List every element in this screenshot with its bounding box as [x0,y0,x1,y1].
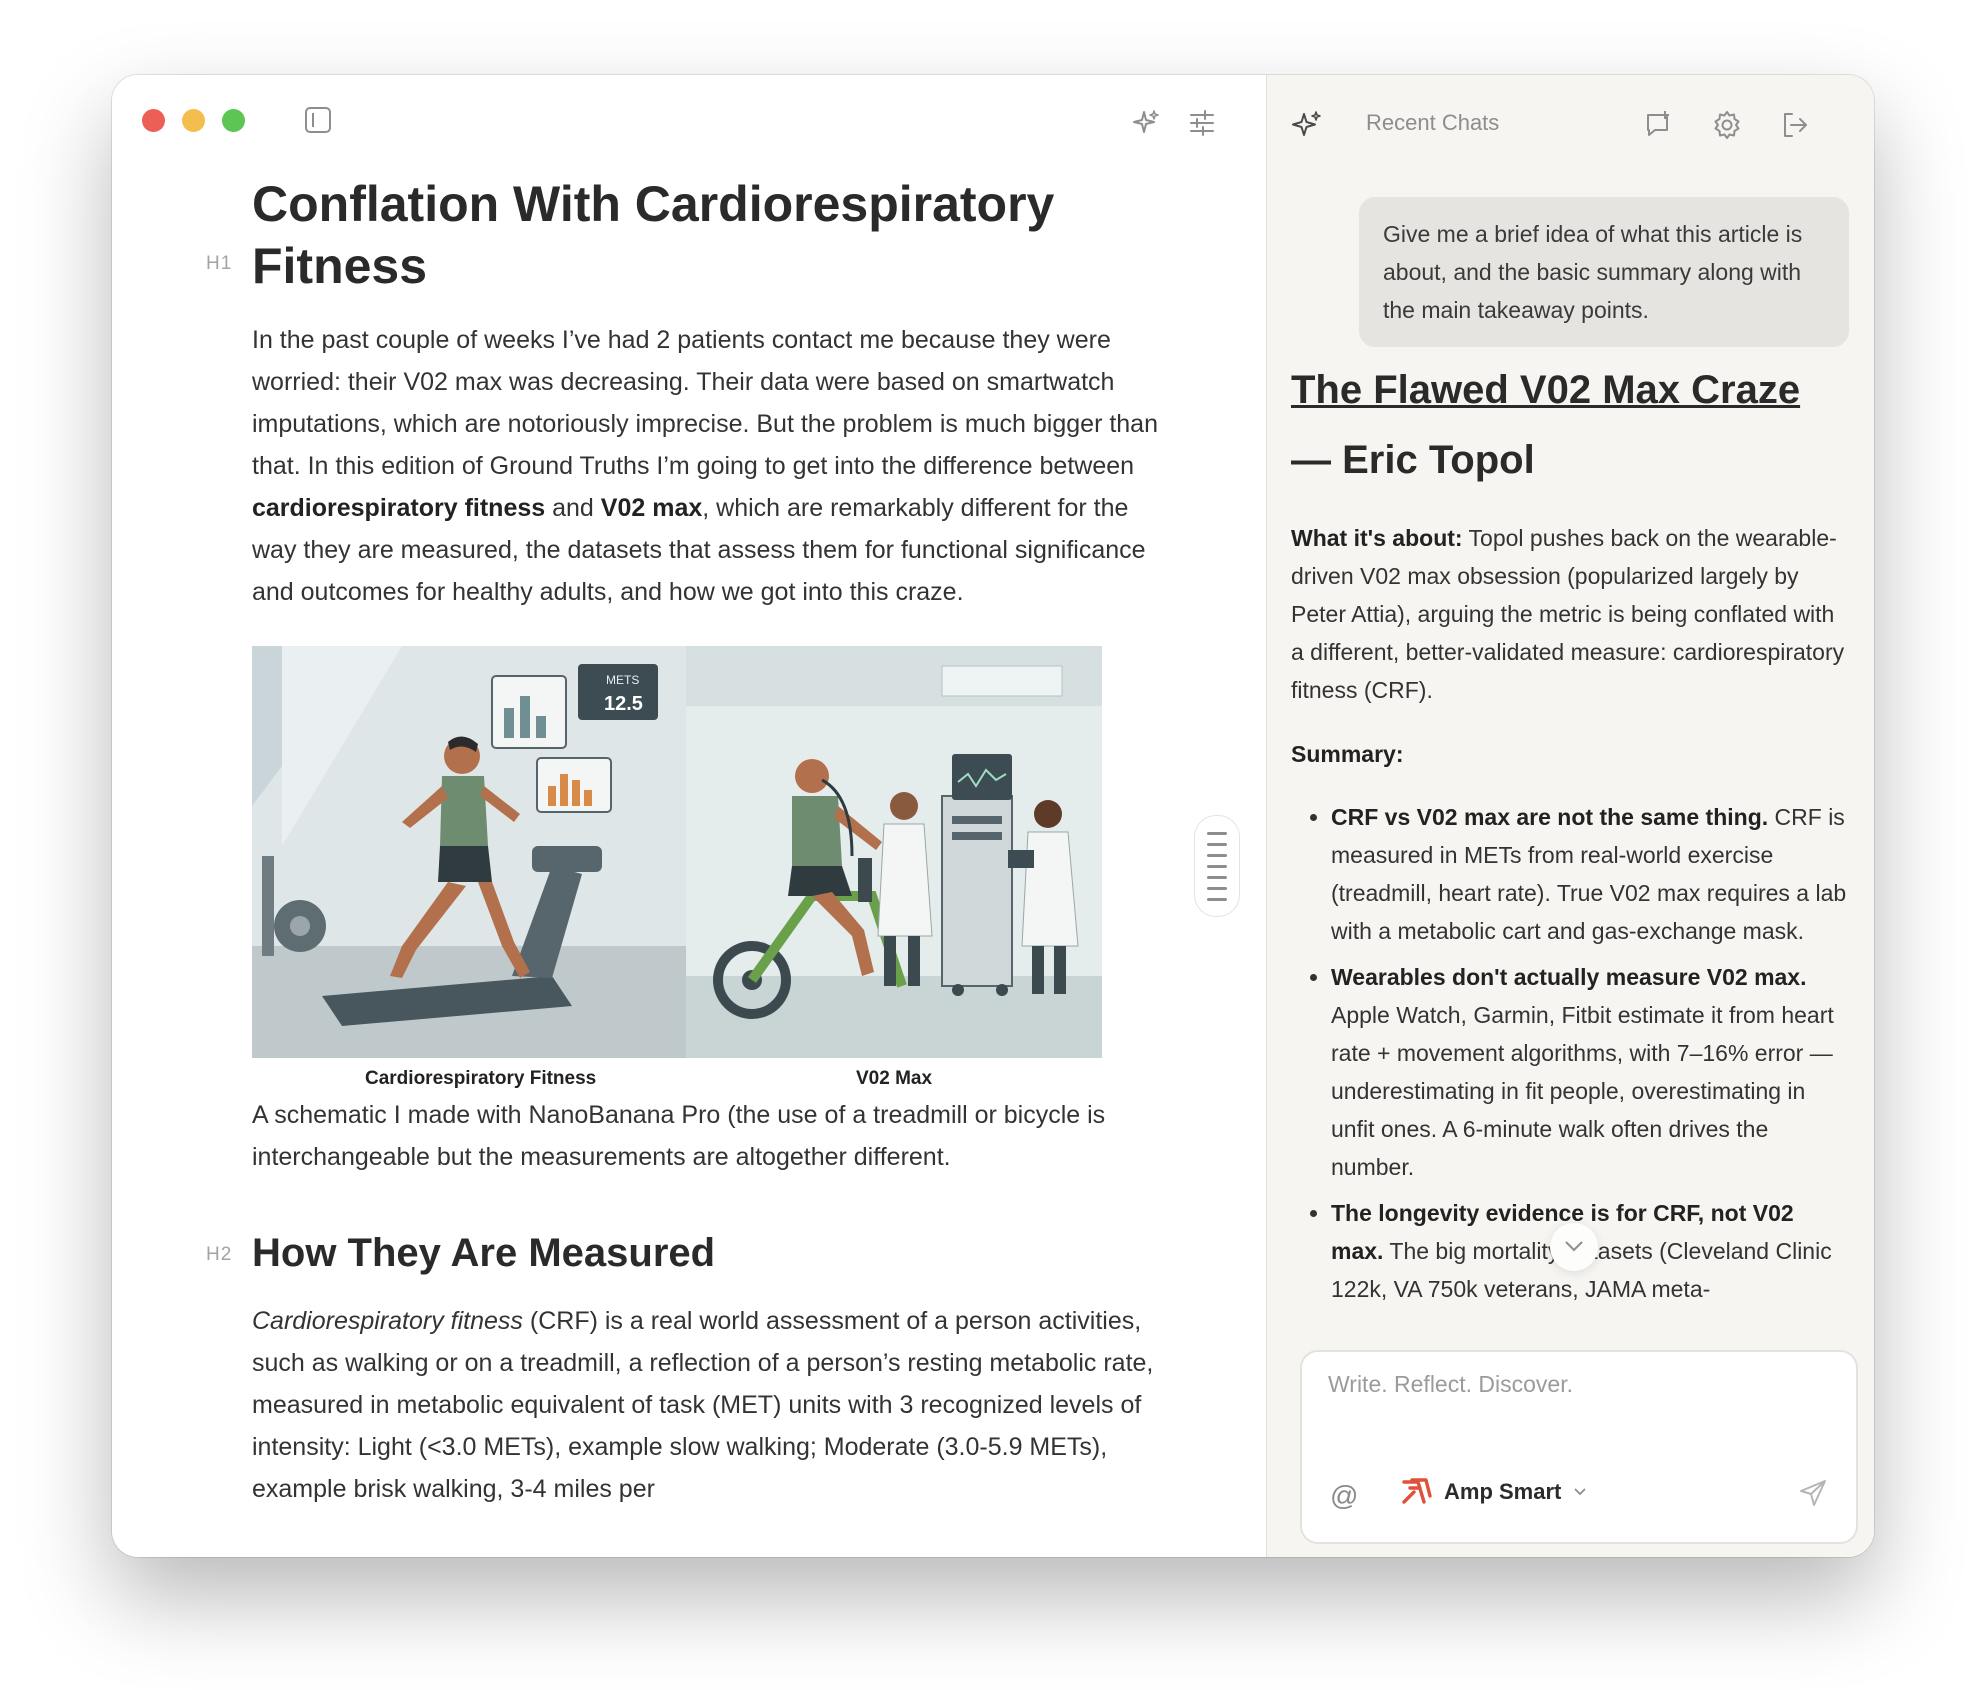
chat-input[interactable] [1326,1370,1830,1399]
mets-label: METS [606,673,639,687]
bullet-heading: CRF vs V02 max are not the same thing. [1331,804,1769,830]
response-about: What it's about: Topol pushes back on th… [1291,519,1851,709]
chevron-down-icon [1574,1488,1586,1496]
send-button[interactable] [1798,1478,1828,1508]
intro-text-2: and [545,494,601,522]
amp-logo-icon [1402,1478,1432,1504]
model-selector[interactable]: Amp Smart [1400,1478,1587,1506]
intro-bold-1: cardiorespiratory fitness [252,494,546,522]
pane-resize-handle[interactable] [1194,815,1240,917]
heading-2-block: H2 How They Are Measured [206,1228,1172,1278]
model-name: Amp Smart [1444,1479,1562,1504]
mets-value: 12.5 [604,693,643,715]
sliders-icon[interactable] [1188,109,1216,137]
gear-icon[interactable] [1711,109,1743,141]
assistant-response: The Flawed V02 Max Craze — Eric Topol Wh… [1291,355,1851,1315]
measured-paragraph[interactable]: Cardiorespiratory fitness (CRF) is a rea… [252,1300,1172,1510]
scroll-to-bottom-button[interactable] [1550,1223,1598,1271]
recent-chats-title[interactable]: Recent Chats [1366,110,1499,136]
sidebar-toggle-icon[interactable] [305,107,331,133]
window-controls [142,109,245,132]
close-window-button[interactable] [142,109,165,132]
chat-pane: Recent Chats Give me a brief idea of wha… [1266,75,1874,1557]
exit-panel-icon[interactable] [1779,109,1811,141]
sparkle-icon[interactable] [1132,109,1160,137]
about-label: What it's about: [1291,525,1463,551]
figure-caption-right: V02 Max [856,1068,933,1089]
editor-pane: H1 Conflation With Cardiorespiratory Fit… [112,75,1266,1557]
minimize-window-button[interactable] [182,109,205,132]
zoom-window-button[interactable] [222,109,245,132]
figure-description[interactable]: A schematic I made with NanoBanana Pro (… [252,1094,1172,1178]
intro-paragraph[interactable]: In the past couple of weeks I’ve had 2 p… [252,319,1172,613]
bullet-heading: Wearables don't actually measure V02 max… [1331,964,1807,990]
about-text: Topol pushes back on the wearable-driven… [1291,525,1845,703]
app-window: H1 Conflation With Cardiorespiratory Fit… [112,75,1874,1557]
mention-icon[interactable]: @ [1330,1480,1358,1512]
measured-term: Cardiorespiratory fitness [252,1307,523,1335]
new-chat-icon[interactable] [1643,109,1675,141]
user-message[interactable]: Give me a brief idea of what this articl… [1359,197,1849,347]
ai-sparkle-icon[interactable] [1291,109,1323,141]
response-title-author: — Eric Topol [1291,438,1535,482]
intro-text-1: In the past couple of weeks I’ve had 2 p… [252,326,1158,480]
measured-text: (CRF) is a real world assessment of a pe… [252,1307,1154,1503]
heading-level-label: H1 [206,253,233,274]
article-content: H1 Conflation With Cardiorespiratory Fit… [206,173,1172,1510]
intro-bold-2: V02 max [600,494,703,522]
heading-level-label: H2 [206,1244,233,1265]
summary-bullet: Wearables don't actually measure V02 max… [1331,958,1851,1186]
response-title: The Flawed V02 Max Craze — Eric Topol [1291,355,1851,495]
heading-1-block: H1 Conflation With Cardiorespiratory Fit… [206,173,1172,297]
article-heading-1[interactable]: Conflation With Cardiorespiratory Fitnes… [252,173,1172,297]
chat-composer: @ Amp Smart [1300,1350,1858,1544]
summary-bullet: CRF vs V02 max are not the same thing. C… [1331,798,1851,950]
article-figure[interactable]: METS 12.5 Cardiorespiratory Fitness V02 … [252,646,1102,1094]
figure-illustration: METS 12.5 [252,646,1102,1058]
article-link[interactable]: The Flawed V02 Max Craze [1291,368,1800,412]
chevron-down-icon [1565,1241,1583,1252]
send-icon [1800,1480,1826,1506]
article-heading-2[interactable]: How They Are Measured [252,1228,1172,1278]
figure-caption-left: Cardiorespiratory Fitness [365,1068,597,1089]
summary-label: Summary: [1291,741,1404,767]
bullet-text: Apple Watch, Garmin, Fitbit estimate it … [1331,1002,1834,1180]
